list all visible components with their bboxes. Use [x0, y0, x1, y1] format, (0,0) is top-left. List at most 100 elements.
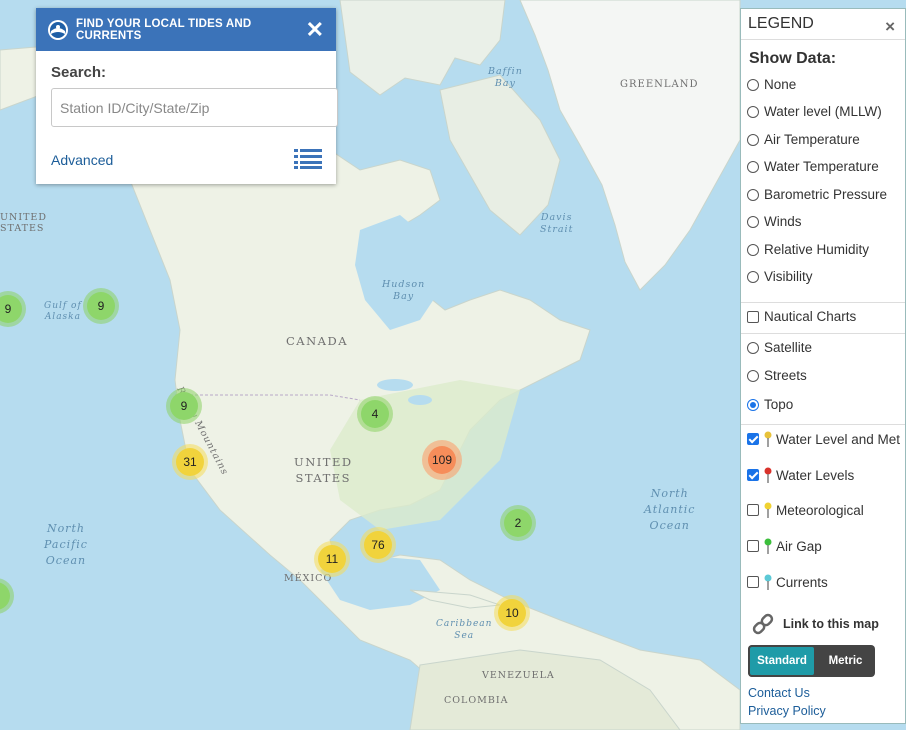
nautical-charts-toggle[interactable]: Nautical Charts [747, 309, 856, 324]
nautical-charts-label: Nautical Charts [764, 309, 857, 324]
divider [741, 39, 905, 40]
close-icon[interactable]: ✕ [306, 17, 324, 43]
station-cluster-east-coast[interactable]: 109 [422, 440, 462, 480]
basemap-label: Satellite [764, 340, 813, 355]
green-pin-icon [764, 538, 772, 554]
checkbox[interactable] [747, 540, 759, 552]
chain-link-icon [752, 613, 774, 635]
great-lakes-water [408, 395, 432, 405]
hudson-bay-label: Hudson Bay [382, 279, 425, 303]
station-cluster-california[interactable]: 31 [172, 444, 208, 480]
link-to-map-label: Link to this map [783, 617, 879, 631]
layer-label: Meteorological [776, 502, 864, 518]
basemap-label: Topo [764, 397, 794, 412]
checkbox-checked[interactable] [747, 433, 759, 445]
colombia-label: COLOMBIA [444, 695, 509, 706]
contact-us-link[interactable]: Contact Us [748, 686, 810, 700]
caribbean-sea-label: Caribbean Sea [436, 618, 492, 642]
cluster-count: 9 [170, 392, 198, 420]
search-panel: FIND YOUR LOCAL TIDES AND CURRENTS ✕ Sea… [36, 8, 338, 184]
radio-button[interactable] [747, 369, 759, 382]
caribbean-sea-line-2: Sea [454, 631, 475, 641]
data-option-label: None [764, 77, 797, 92]
radio-button[interactable] [747, 133, 759, 146]
davis-strait-label: Davis Strait [540, 212, 573, 236]
basemap-streets[interactable]: Streets [747, 368, 807, 383]
units-standard-button[interactable]: Standard [748, 645, 816, 677]
layer-air-gap[interactable]: Air Gap [747, 538, 822, 554]
cluster-count: 31 [176, 448, 204, 476]
radio-button[interactable] [747, 188, 759, 201]
great-lakes-water [377, 379, 413, 391]
data-option-label: Water level (MLLW) [764, 104, 882, 119]
link-to-map-button[interactable]: Link to this map [751, 612, 879, 636]
units-metric-button[interactable]: Metric [816, 645, 875, 677]
search-input[interactable] [51, 88, 338, 127]
data-option-water-temperature[interactable]: Water Temperature [747, 159, 879, 174]
station-cluster-gulf[interactable]: 76 [360, 527, 396, 563]
red-pin-icon [764, 467, 772, 483]
checkbox[interactable] [747, 576, 759, 588]
data-option-label: Water Temperature [764, 159, 879, 174]
divider [741, 424, 905, 425]
cluster-count: 2 [504, 509, 532, 537]
layer-meteorological[interactable]: Meteorological [747, 502, 864, 518]
radio-button[interactable] [747, 105, 759, 118]
divider [741, 333, 905, 334]
layer-water-level-and-met[interactable]: Water Level and Met [747, 431, 900, 447]
united-states-line-2: STATES [295, 471, 352, 485]
data-option-label: Winds [764, 214, 802, 229]
checkbox[interactable] [747, 504, 759, 516]
close-icon[interactable]: × [885, 17, 895, 37]
data-option-none[interactable]: None [747, 77, 796, 92]
north-atlantic-label: North Atlantic Ocean [644, 486, 695, 534]
list-view-icon[interactable] [294, 149, 322, 169]
radio-button[interactable] [747, 215, 759, 228]
cluster-count: 109 [428, 446, 456, 474]
data-option-label: Visibility [764, 269, 813, 284]
search-label: Search: [51, 64, 107, 81]
layer-water-levels[interactable]: Water Levels [747, 467, 854, 483]
cluster-count: 11 [318, 545, 346, 573]
station-cluster-caribbean[interactable]: 10 [494, 595, 530, 631]
station-cluster-bermuda[interactable]: 2 [500, 505, 536, 541]
united-states-line-1: UNITED [294, 455, 353, 469]
station-cluster-great-lakes[interactable]: 4 [357, 396, 393, 432]
radio-button[interactable] [747, 160, 759, 173]
data-option-visibility[interactable]: Visibility [747, 269, 813, 284]
station-cluster-pacific-nw[interactable]: 9 [166, 388, 202, 424]
data-option-barometric-pressure[interactable]: Barometric Pressure [747, 187, 887, 202]
search-panel-title: FIND YOUR LOCAL TIDES AND CURRENTS [76, 17, 252, 42]
data-option-relative-humidity[interactable]: Relative Humidity [747, 242, 869, 257]
venezuela-label: VENEZUELA [482, 670, 555, 681]
checkbox-checked[interactable] [747, 469, 759, 481]
data-option-water-level[interactable]: Water level (MLLW) [747, 104, 882, 119]
yellow-pin-icon [764, 502, 772, 518]
radio-button[interactable] [747, 341, 759, 354]
legend-panel: LEGEND × Show Data: None Water level (ML… [740, 8, 906, 724]
layer-currents[interactable]: Currents [747, 574, 828, 590]
basemap-satellite[interactable]: Satellite [747, 340, 812, 355]
data-option-air-temperature[interactable]: Air Temperature [747, 132, 860, 147]
radio-button[interactable] [747, 270, 759, 283]
checkbox[interactable] [747, 310, 759, 323]
station-cluster-se-alaska[interactable]: 9 [83, 288, 119, 324]
station-cluster-texas[interactable]: 11 [314, 541, 350, 577]
radio-button[interactable] [747, 78, 759, 91]
privacy-policy-link[interactable]: Privacy Policy [748, 704, 826, 718]
caribbean-sea-line-1: Caribbean [436, 619, 493, 629]
data-option-label: Relative Humidity [764, 242, 870, 257]
data-option-label: Air Temperature [764, 132, 860, 147]
advanced-search-link[interactable]: Advanced [51, 152, 113, 168]
show-data-label: Show Data: [749, 50, 837, 67]
data-option-winds[interactable]: Winds [747, 214, 802, 229]
north-pacific-line-3: Ocean [45, 554, 87, 567]
cluster-count: 76 [364, 531, 392, 559]
north-pacific-label: North Pacific Ocean [44, 521, 88, 569]
united-states-label: UNITED STATES [294, 454, 353, 486]
radio-button-selected[interactable] [747, 398, 759, 411]
cluster-count: 9 [87, 292, 115, 320]
layer-label: Water Levels [776, 467, 855, 483]
radio-button[interactable] [747, 243, 759, 256]
basemap-topo[interactable]: Topo [747, 397, 793, 412]
